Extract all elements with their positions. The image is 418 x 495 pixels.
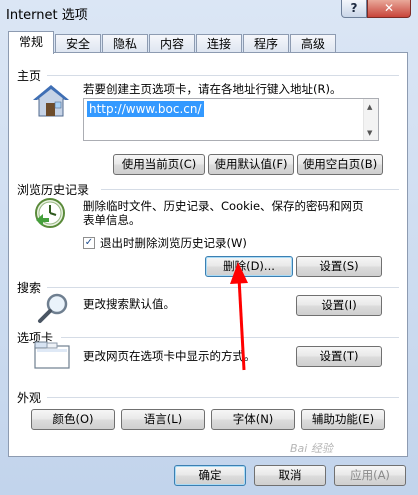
tab-privacy[interactable]: 隐私 [102,34,148,53]
homepage-divider [47,75,399,76]
tab-content[interactable]: 内容 [149,34,195,53]
tabs-settings-button[interactable]: 设置(T) [296,346,382,367]
history-divider [101,189,399,190]
appearance-divider [47,397,399,398]
scroll-up-icon[interactable]: ▲ [367,103,372,111]
general-tab-panel: 主页 若要创建主页选项卡，请在各地址行键入地址(R)。 http://www.b… [8,52,408,457]
history-description-line2: 表单信息。 [83,213,141,227]
tab-security[interactable]: 安全 [55,34,101,53]
search-description: 更改搜索默认值。 [83,297,175,311]
tab-programs[interactable]: 程序 [243,34,289,53]
use-blank-button[interactable]: 使用空白页(B) [297,154,383,175]
homepage-url-value: http://www.boc.cn/ [87,101,204,117]
cancel-button[interactable]: 取消 [254,465,326,486]
history-description-line1: 删除临时文件、历史记录、Cookie、保存的密码和网页 [83,199,364,213]
use-default-button[interactable]: 使用默认值(F) [208,154,294,175]
homepage-description: 若要创建主页选项卡，请在各地址行键入地址(R)。 [83,82,342,96]
tabs-window-icon [34,341,70,369]
languages-button[interactable]: 语言(L) [121,409,205,430]
accessibility-button[interactable]: 辅助功能(E) [301,409,385,430]
magnifier-icon [38,293,68,323]
home-icon [33,85,69,117]
fonts-button[interactable]: 字体(N) [211,409,295,430]
delete-on-exit-label[interactable]: 退出时删除浏览历史记录(W) [100,236,247,250]
watermark-text: Bai 经验 [290,442,333,455]
tab-general[interactable]: 常规 [8,31,54,54]
url-scrollbar[interactable]: ▲ ▼ [363,99,378,140]
history-clock-icon [35,198,65,228]
search-divider [47,287,399,288]
tab-advanced[interactable]: 高级 [290,34,336,53]
apply-button[interactable]: 应用(A) [334,465,406,486]
help-button[interactable]: ? [341,0,367,18]
history-settings-button[interactable]: 设置(S) [296,256,382,277]
internet-options-window: Internet 选项 ? ✕ 常规 安全 隐私 内容 连接 程序 高级 主页 … [0,0,418,495]
ok-button[interactable]: 确定 [174,465,246,486]
use-current-button[interactable]: 使用当前页(C) [113,154,205,175]
close-button[interactable]: ✕ [367,0,411,18]
annotation-arrow-icon [230,262,248,371]
homepage-url-textarea[interactable]: http://www.boc.cn/ ▲ ▼ [83,98,379,141]
appearance-section-label: 外观 [17,391,42,405]
check-mark-icon: ✓ [84,237,94,248]
colors-button[interactable]: 颜色(O) [31,409,115,430]
search-settings-button[interactable]: 设置(I) [296,295,382,316]
window-title: Internet 选项 [6,8,88,23]
homepage-section-label: 主页 [17,69,42,83]
tab-connections[interactable]: 连接 [196,34,242,53]
title-bar[interactable]: Internet 选项 ? ✕ [0,0,418,26]
delete-on-exit-checkbox[interactable]: ✓ [83,237,95,249]
scroll-down-icon[interactable]: ▼ [367,129,372,137]
